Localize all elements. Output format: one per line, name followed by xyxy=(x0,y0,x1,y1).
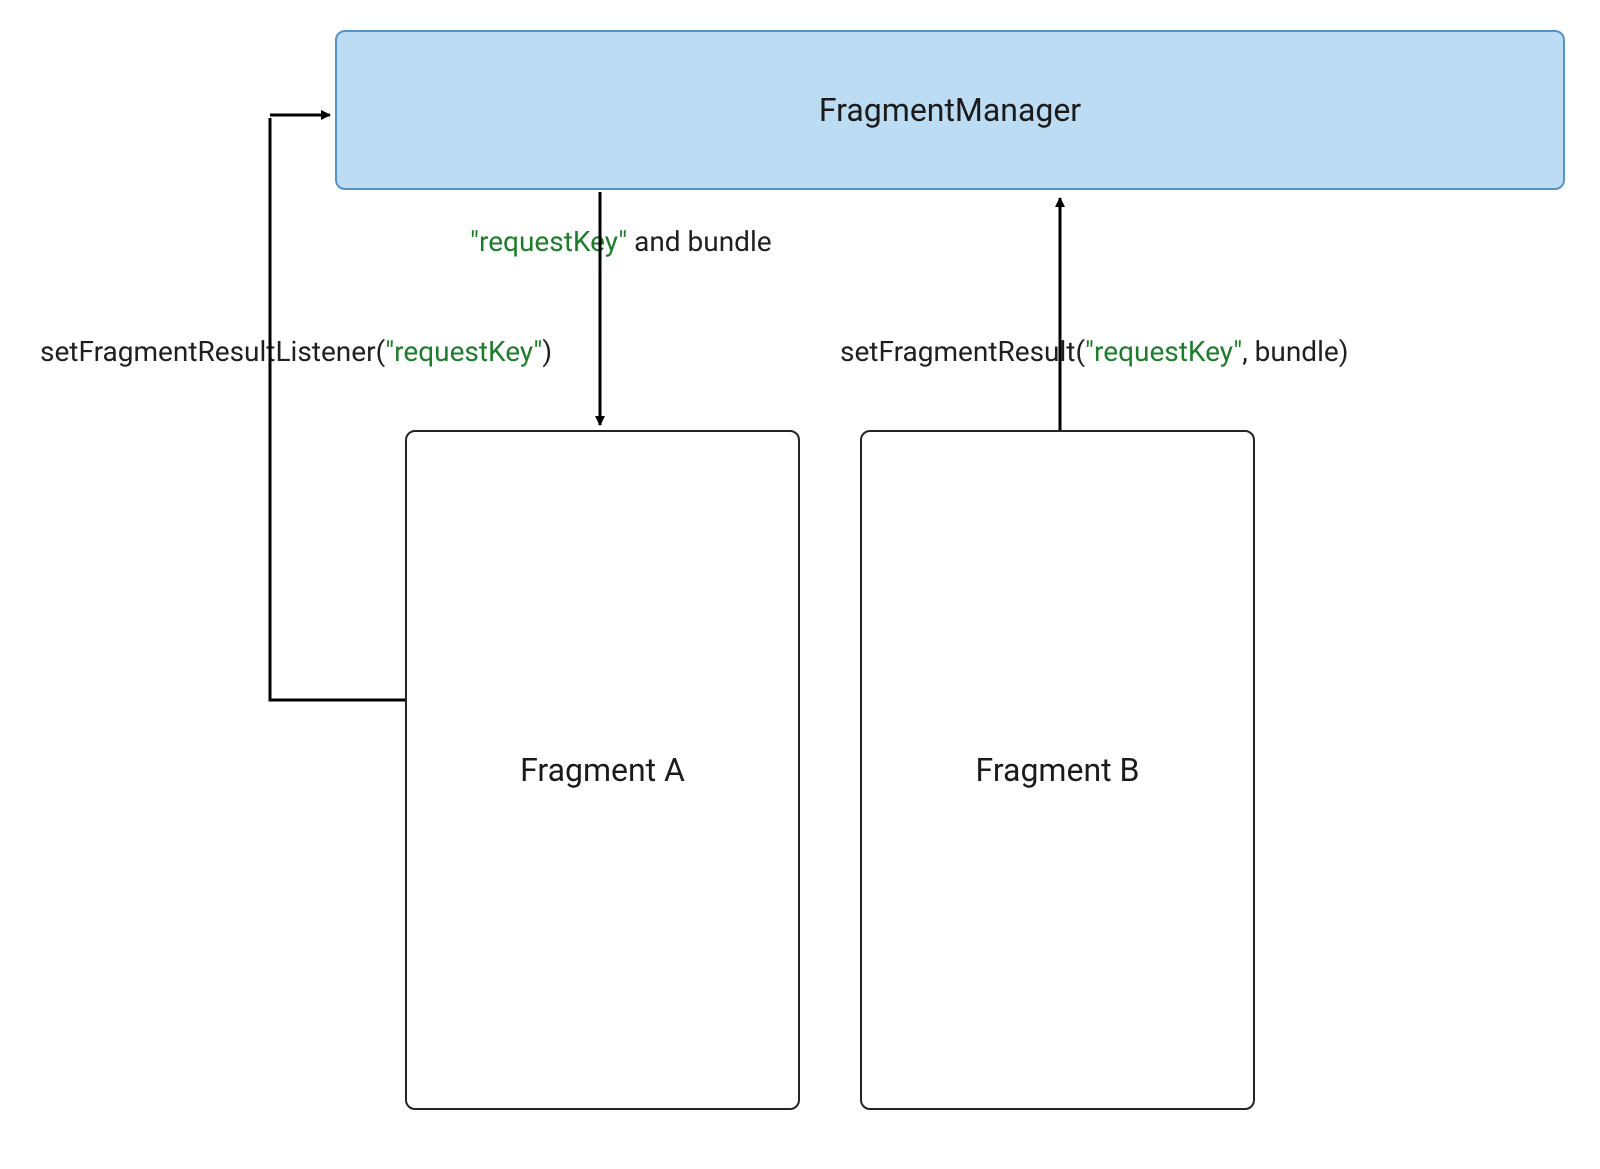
fragment-a-box: Fragment A xyxy=(405,430,800,1110)
fragment-manager-box: FragmentManager xyxy=(335,30,1565,190)
listener-prefix: setFragmentResultListener( xyxy=(40,335,385,368)
fragment-manager-label: FragmentManager xyxy=(819,91,1081,129)
set-result-key: "requestKey" xyxy=(1085,335,1242,368)
deliver-suffix: and bundle xyxy=(627,225,771,258)
set-result-prefix: setFragmentResult( xyxy=(840,335,1085,368)
listener-label: setFragmentResultListener("requestKey") xyxy=(40,335,552,368)
fragment-a-label: Fragment A xyxy=(520,751,685,789)
fragment-b-label: Fragment B xyxy=(976,751,1140,789)
listener-suffix: ) xyxy=(542,335,552,368)
set-result-label: setFragmentResult("requestKey", bundle) xyxy=(840,335,1349,368)
fragment-b-box: Fragment B xyxy=(860,430,1255,1110)
diagram-canvas: FragmentManager Fragment A Fragment B se… xyxy=(0,0,1600,1169)
deliver-key: "requestKey" xyxy=(470,225,627,258)
arrow-fragment-a-to-manager xyxy=(270,115,405,700)
set-result-suffix: , bundle) xyxy=(1242,335,1348,368)
listener-key: "requestKey" xyxy=(385,335,542,368)
deliver-label: "requestKey" and bundle xyxy=(470,225,772,258)
